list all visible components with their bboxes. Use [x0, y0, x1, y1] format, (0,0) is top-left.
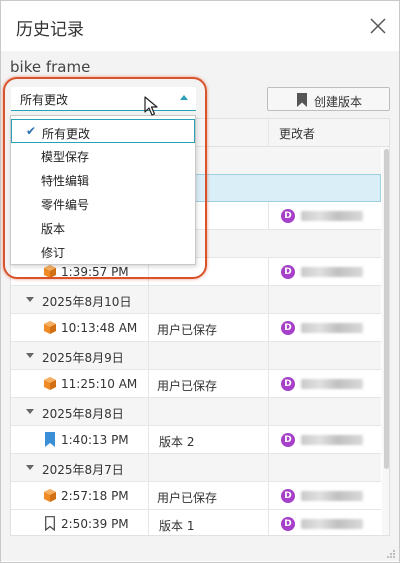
table-row[interactable]: 2:57:18 PM 用户已保存 D	[11, 482, 381, 510]
table-row[interactable]: 1:40:13 PM 版本 2 D	[11, 426, 381, 454]
redacted-user-name	[301, 379, 363, 389]
mouse-cursor-icon	[144, 96, 158, 116]
title-bar: 历史记录	[1, 1, 399, 51]
group-date: 2025年8月8日	[42, 407, 124, 421]
column-divider	[268, 119, 269, 147]
row-time: 11:25:10 AM	[61, 377, 138, 391]
part-cube-icon	[44, 265, 56, 278]
filter-selected-label: 所有更改	[20, 93, 69, 107]
row-time: 1:39:57 PM	[61, 265, 129, 279]
filter-option-version[interactable]: 版本	[11, 215, 195, 239]
filter-option-label: 修订	[41, 246, 66, 260]
model-name: bike frame	[10, 58, 91, 76]
redacted-user-name	[301, 267, 363, 277]
table-row[interactable]: 10:13:48 AM 用户已保存 D	[11, 314, 381, 342]
vertical-scrollbar[interactable]	[382, 147, 389, 535]
filter-option-all-changes[interactable]: ✔ 所有更改	[11, 119, 195, 143]
collapse-triangle-icon[interactable]	[26, 409, 34, 414]
group-row-2025-8-9[interactable]: 2025年8月9日	[11, 342, 381, 370]
row-description: 用户已保存	[157, 491, 218, 505]
column-header-changed-by: 更改者	[279, 127, 316, 141]
collapse-triangle-icon[interactable]	[26, 465, 34, 470]
version-bookmark-icon	[45, 432, 55, 447]
filter-dropdown-menu: ✔ 所有更改 模型保存 特性编辑 零件编号 版本 修订	[10, 115, 196, 265]
row-description: 版本 2	[159, 435, 195, 449]
group-row-2025-8-8[interactable]: 2025年8月8日	[11, 398, 381, 426]
user-avatar: D	[281, 209, 295, 223]
row-description: 用户已保存	[157, 323, 218, 337]
version-bookmark-outline-icon	[45, 516, 55, 531]
group-row-2025-8-10[interactable]: 2025年8月10日	[11, 286, 381, 314]
checkmark-icon: ✔	[26, 124, 37, 138]
part-cube-icon	[44, 321, 56, 334]
filter-option-part-number[interactable]: 零件编号	[11, 191, 195, 215]
create-version-button[interactable]: 创建版本	[267, 87, 390, 111]
part-cube-icon	[44, 489, 56, 502]
redacted-user-name	[301, 491, 363, 501]
user-avatar: D	[281, 517, 295, 531]
redacted-user-name	[301, 519, 363, 529]
group-date: 2025年8月10日	[42, 295, 132, 309]
group-date: 2025年8月9日	[42, 351, 124, 365]
close-icon[interactable]	[368, 16, 388, 36]
collapse-triangle-icon[interactable]	[26, 297, 34, 302]
user-avatar: D	[281, 433, 295, 447]
scrollbar-thumb[interactable]	[384, 149, 389, 469]
resize-grip-icon[interactable]	[386, 549, 396, 559]
row-description: 用户已保存	[157, 379, 218, 393]
redacted-user-name	[301, 323, 363, 333]
part-cube-icon	[44, 377, 56, 390]
create-version-label: 创建版本	[314, 95, 363, 109]
filter-option-revision[interactable]: 修订	[11, 239, 195, 263]
caret-up-icon[interactable]	[180, 95, 188, 100]
row-time: 1:40:13 PM	[61, 433, 129, 447]
panel-title: 历史记录	[16, 20, 84, 40]
row-time: 2:50:39 PM	[61, 517, 129, 531]
group-row-2025-8-7[interactable]: 2025年8月7日	[11, 454, 381, 482]
bookmark-icon	[297, 93, 307, 107]
filter-option-label: 特性编辑	[41, 174, 90, 188]
redacted-user-name	[301, 211, 363, 221]
user-avatar: D	[281, 265, 295, 279]
filter-option-label: 版本	[41, 222, 66, 236]
filter-option-label: 零件编号	[41, 198, 90, 212]
row-description: 版本 1	[159, 519, 195, 533]
row-time: 2:57:18 PM	[61, 489, 129, 503]
user-avatar: D	[281, 489, 295, 503]
table-row[interactable]: 2:50:39 PM 版本 1 D	[11, 510, 381, 535]
filter-option-property-edit[interactable]: 特性编辑	[11, 167, 195, 191]
table-row[interactable]: 11:25:10 AM 用户已保存 D	[11, 370, 381, 398]
user-avatar: D	[281, 321, 295, 335]
filter-option-label: 模型保存	[41, 150, 90, 164]
collapse-triangle-icon[interactable]	[26, 353, 34, 358]
user-avatar: D	[281, 377, 295, 391]
filter-option-model-save[interactable]: 模型保存	[11, 143, 195, 167]
filter-dropdown[interactable]: 所有更改	[11, 87, 196, 111]
redacted-user-name	[301, 435, 363, 445]
row-time: 10:13:48 AM	[61, 321, 138, 335]
group-date: 2025年8月7日	[42, 463, 124, 477]
filter-option-label: 所有更改	[42, 127, 91, 141]
